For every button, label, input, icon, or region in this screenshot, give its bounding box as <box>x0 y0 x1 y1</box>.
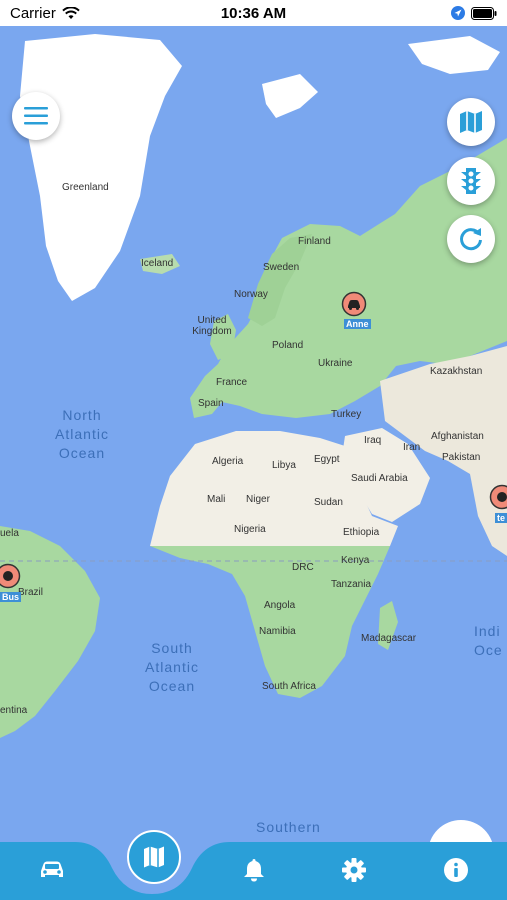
vehicle-marker-icon <box>489 484 507 510</box>
menu-button[interactable] <box>12 92 60 140</box>
world-map[interactable]: Greenland Iceland Finland Sweden Norway … <box>0 26 507 840</box>
vehicle-label: te <box>495 513 507 523</box>
tab-notifications[interactable] <box>232 852 276 888</box>
menu-icon <box>24 107 48 125</box>
map-type-button[interactable] <box>447 98 495 146</box>
label-iceland: Iceland <box>141 258 174 269</box>
vehicle-marker-bus[interactable]: Bus <box>0 563 22 603</box>
label-mali: Mali <box>207 494 226 505</box>
label-drc: DRC <box>292 562 314 573</box>
tab-info[interactable] <box>434 852 478 888</box>
info-icon <box>444 858 468 882</box>
label-algeria: Algeria <box>212 456 244 467</box>
bell-icon <box>244 859 264 882</box>
gear-icon <box>342 858 366 882</box>
label-nigeria: Nigeria <box>234 524 266 535</box>
wifi-icon <box>62 6 80 19</box>
label-ukraine: Ukraine <box>318 358 353 369</box>
label-madagascar: Madagascar <box>361 633 417 644</box>
label-afghanistan: Afghanistan <box>431 431 484 442</box>
label-pakistan: Pakistan <box>442 452 481 463</box>
map-icon <box>460 111 482 133</box>
label-north-atlantic: North Atlantic Ocean <box>55 407 109 461</box>
battery-icon <box>471 6 497 20</box>
label-france: France <box>216 377 248 388</box>
tab-vehicles[interactable] <box>30 852 74 888</box>
location-arrow-icon <box>451 6 465 20</box>
traffic-light-icon <box>461 168 481 194</box>
vehicle-label: Anne <box>344 319 371 329</box>
label-saudi: Saudi Arabia <box>351 473 408 484</box>
label-poland: Poland <box>272 340 304 351</box>
carrier-label: Carrier <box>10 4 56 22</box>
label-south-atlantic: South Atlantic Ocean <box>145 640 199 694</box>
refresh-button[interactable] <box>447 215 495 263</box>
label-namibia: Namibia <box>259 626 296 637</box>
traffic-button[interactable] <box>447 157 495 205</box>
tab-settings[interactable] <box>332 852 376 888</box>
vehicle-marker-anne[interactable]: Anne <box>341 291 371 331</box>
bus-marker-icon <box>0 563 21 589</box>
label-kazakhstan: Kazakhstan <box>430 366 483 377</box>
label-tanzania: Tanzania <box>331 579 372 590</box>
label-sweden: Sweden <box>263 262 300 273</box>
car-marker-icon <box>341 291 367 317</box>
label-argentina-partial: entina <box>0 705 28 716</box>
refresh-icon <box>460 228 482 251</box>
label-iran: Iran <box>403 442 421 453</box>
label-iraq: Iraq <box>364 435 382 446</box>
label-niger: Niger <box>246 494 270 505</box>
label-indian-ocean-partial: Indi Oce <box>474 623 503 658</box>
vehicle-marker-india[interactable]: te <box>489 484 507 524</box>
label-greenland: Greenland <box>62 182 109 193</box>
label-ethiopia: Ethiopia <box>343 527 380 538</box>
car-icon <box>41 861 63 877</box>
label-venezuela-partial: uela <box>0 528 19 539</box>
label-sudan: Sudan <box>314 497 343 508</box>
label-angola: Angola <box>264 600 296 611</box>
label-southern-ocean: Southern <box>256 819 321 835</box>
label-norway: Norway <box>234 289 268 300</box>
bottom-tab-bar <box>0 830 507 900</box>
vehicle-label: Bus <box>0 592 22 602</box>
label-finland: Finland <box>298 236 331 247</box>
label-uk: United Kingdom <box>192 315 232 337</box>
label-egypt: Egypt <box>314 454 340 465</box>
label-brazil: Brazil <box>18 587 44 598</box>
label-south-africa: South Africa <box>262 681 316 692</box>
map-icon <box>144 846 164 868</box>
label-libya: Libya <box>272 460 296 471</box>
label-kenya: Kenya <box>341 555 370 566</box>
tab-map[interactable] <box>127 830 181 884</box>
status-bar: Carrier 10:36 AM <box>0 0 507 26</box>
label-turkey: Turkey <box>331 409 362 420</box>
label-spain: Spain <box>198 398 224 409</box>
